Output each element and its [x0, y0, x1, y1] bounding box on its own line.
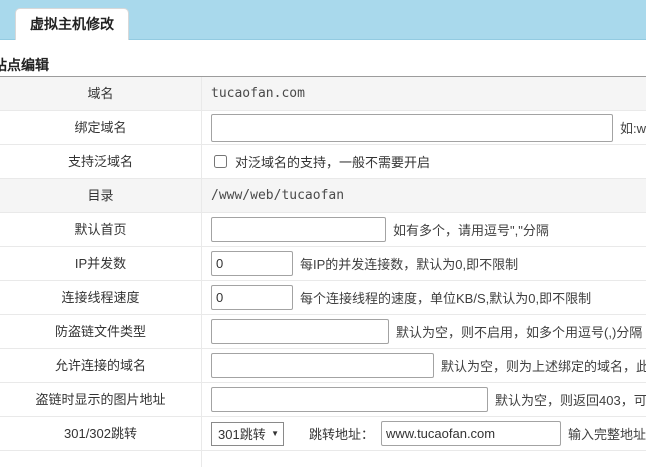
- bind-domain-input[interactable]: [211, 114, 613, 142]
- directory-value: /www/web/tucaofan: [211, 188, 344, 203]
- row-default-index: 默认首页 如有多个，请用逗号","分隔: [0, 213, 646, 247]
- field-label: 支持泛域名: [0, 145, 202, 178]
- row-leech-image-url: 盗链时显示的图片地址 默认为空，则返回403，可: [0, 383, 646, 417]
- field-hint: 默认为空，则为上述绑定的域名，此: [441, 356, 646, 375]
- field-label: IP并发数: [0, 247, 202, 280]
- leech-image-url-input[interactable]: [211, 387, 488, 412]
- allowed-domains-input[interactable]: [211, 353, 434, 378]
- redirect-type-select[interactable]: 301跳转 ▼: [211, 422, 284, 446]
- field-hint: 如:w: [620, 118, 646, 137]
- field-hint: 输入完整地址: [568, 424, 646, 443]
- row-thread-speed: 连接线程速度 每个连接线程的速度，单位KB/S,默认为0,即不限制: [0, 281, 646, 315]
- field-hint: 对泛域名的支持，一般不需要开启: [235, 152, 430, 171]
- ip-concurrency-input[interactable]: [211, 251, 293, 276]
- field-label: 连接线程速度: [0, 281, 202, 314]
- domain-value: tucaofan.com: [211, 86, 305, 101]
- wildcard-domain-checkbox[interactable]: [214, 155, 227, 168]
- thread-speed-input[interactable]: [211, 285, 293, 310]
- field-label: 防盗链文件类型: [0, 315, 202, 348]
- row-domain: 域名 tucaofan.com: [0, 77, 646, 111]
- section-title: 站点编辑: [0, 55, 646, 76]
- field-hint: 默认为空，则返回403，可: [495, 390, 646, 409]
- default-index-input[interactable]: [211, 217, 386, 242]
- redirect-target-input[interactable]: [381, 421, 561, 446]
- field-hint: 如有多个，请用逗号","分隔: [393, 220, 549, 239]
- field-label: 绑定域名: [0, 111, 202, 144]
- redirect-target-label: 跳转地址：: [309, 424, 374, 443]
- field-hint: 每个连接线程的速度，单位KB/S,默认为0,即不限制: [300, 288, 591, 307]
- row-redirect: 301/302跳转 301跳转 ▼ 跳转地址： 输入完整地址: [0, 417, 646, 451]
- antileech-filetypes-input[interactable]: [211, 319, 389, 344]
- tab-virtual-host-edit[interactable]: 虚拟主机修改: [15, 8, 129, 40]
- row-directory: 目录 /www/web/tucaofan: [0, 179, 646, 213]
- tab-strip: 虚拟主机修改: [0, 0, 646, 40]
- row-allowed-domains: 允许连接的域名 默认为空，则为上述绑定的域名，此: [0, 349, 646, 383]
- field-label: 默认首页: [0, 213, 202, 246]
- row-antileech-filetypes: 防盗链文件类型 默认为空，则不启用，如多个用逗号(,)分隔: [0, 315, 646, 349]
- row-wildcard-domain: 支持泛域名 对泛域名的支持，一般不需要开启: [0, 145, 646, 179]
- row-bind-domain: 绑定域名 如:w: [0, 111, 646, 145]
- site-edit-form: 域名 tucaofan.com 绑定域名 如:w 支持泛域名 对泛域名的支持，一…: [0, 76, 646, 467]
- field-label: 盗链时显示的图片地址: [0, 383, 202, 416]
- row-ip-concurrency: IP并发数 每IP的并发连接数，默认为0,即不限制: [0, 247, 646, 281]
- field-hint: 每IP的并发连接数，默认为0,即不限制: [300, 254, 518, 273]
- chevron-down-icon: ▼: [271, 429, 279, 438]
- field-label: 301/302跳转: [0, 417, 202, 450]
- field-label: 允许连接的域名: [0, 349, 202, 382]
- field-label: 目录: [0, 179, 202, 212]
- field-hint: 默认为空，则不启用，如多个用逗号(,)分隔: [396, 322, 642, 341]
- field-label: 域名: [0, 77, 202, 110]
- row-stub: [0, 451, 646, 467]
- virtual-host-edit-page: { "tab": { "label": "虚拟主机修改" }, "section…: [0, 0, 646, 468]
- redirect-type-value: 301跳转: [218, 424, 266, 443]
